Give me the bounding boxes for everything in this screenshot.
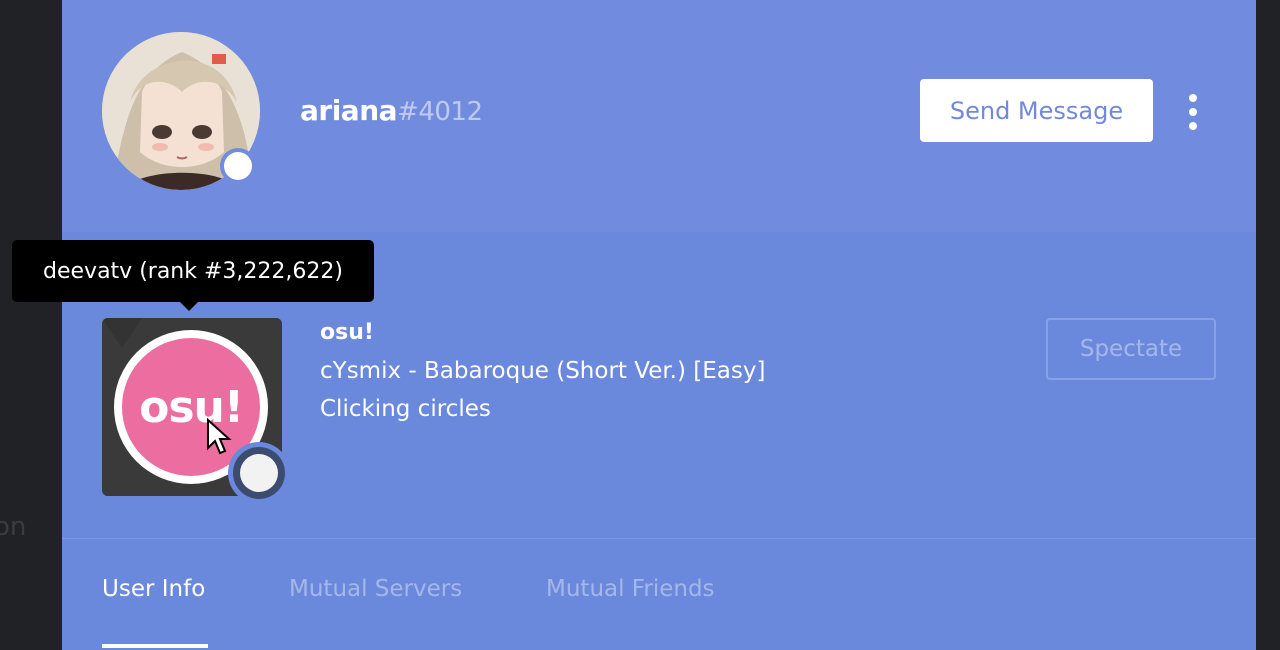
vertical-ellipsis-icon[interactable] (1180, 94, 1206, 130)
active-tab-underline (102, 644, 208, 648)
tabs-divider (62, 538, 1256, 539)
username-text: ariana (300, 94, 398, 127)
profile-username: ariana#4012 (300, 94, 483, 127)
discriminator-text: #4012 (397, 97, 483, 127)
game-icon-tooltip: deevatv (rank #3,222,622) (12, 240, 374, 302)
tab-mutual-friends[interactable]: Mutual Friends (546, 576, 715, 602)
profile-header: ariana#4012 Send Message (62, 0, 1256, 232)
tooltip-arrow (180, 302, 198, 311)
user-profile-modal: ariana#4012 Send Message osu! osu! cYsmi… (62, 0, 1256, 650)
background-partial-text: on (0, 512, 27, 542)
game-details: cYsmix - Babaroque (Short Ver.) [Easy] (320, 358, 766, 384)
game-badge-icon (228, 442, 290, 504)
game-state: Clicking circles (320, 396, 491, 422)
mouse-cursor-icon (206, 417, 232, 456)
online-status-indicator (220, 148, 256, 184)
tab-user-info[interactable]: User Info (102, 576, 205, 602)
game-name: osu! (320, 320, 374, 345)
tab-mutual-servers[interactable]: Mutual Servers (289, 576, 462, 602)
spectate-button[interactable]: Spectate (1046, 318, 1216, 380)
send-message-button[interactable]: Send Message (920, 79, 1153, 142)
